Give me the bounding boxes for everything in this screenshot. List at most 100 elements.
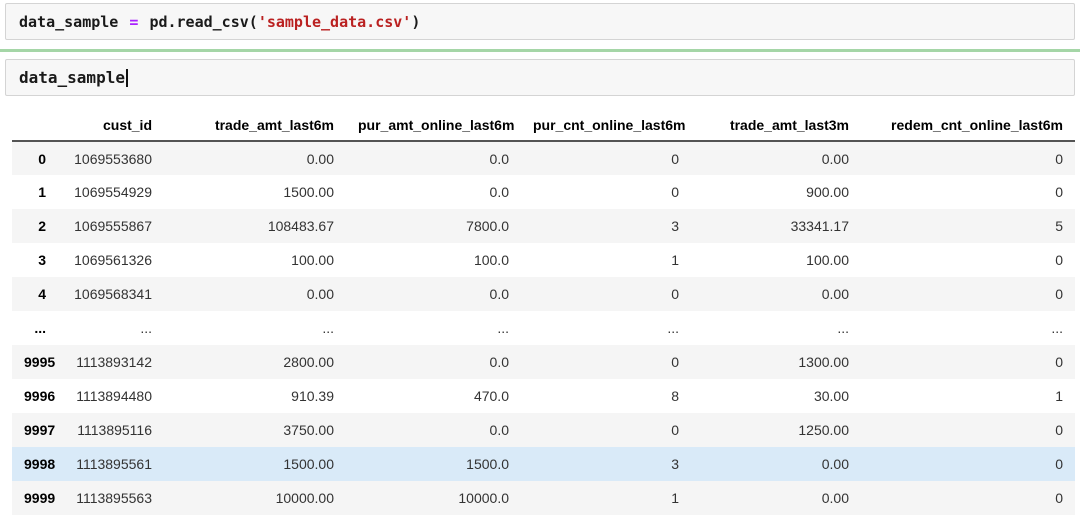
- table-cell: ...: [497, 320, 509, 336]
- row-index: 9998: [24, 456, 56, 472]
- table-cell: 100.00: [806, 252, 849, 268]
- dataframe-table: cust_id trade_amt_last6m pur_amt_online_la…: [12, 109, 1075, 515]
- table-cell: 0.0: [489, 422, 509, 438]
- table-row: 3 1069561326 100.00 100.0 1 100.00 0: [12, 243, 1075, 277]
- table-cell: 0: [1055, 456, 1063, 472]
- column-header: pur_cnt_online_last6m: [521, 109, 691, 142]
- table-cell: 0.00: [821, 150, 849, 167]
- table-row: .....................: [12, 311, 1075, 345]
- table-cell: 30.00: [813, 388, 849, 404]
- text-cursor: [125, 68, 128, 87]
- table-cell: 1069554929: [74, 184, 152, 200]
- table-cell: 910.39: [291, 388, 334, 404]
- table-cell: 0: [1055, 184, 1063, 200]
- table-cell: 1: [1055, 388, 1063, 404]
- table-cell: 1069555867: [74, 218, 152, 234]
- dataframe-output-area: cust_id trade_amt_last6m pur_amt_online_la…: [12, 109, 1080, 515]
- table-cell: 8: [671, 388, 679, 404]
- table-cell: 1: [671, 490, 679, 506]
- cell-divider-line: [0, 49, 1080, 52]
- table-cell: 470.0: [473, 388, 509, 404]
- table-cell: 0.00: [306, 150, 334, 167]
- table-cell: 0: [1055, 422, 1063, 438]
- notebook-page: data_sample = pd.read_csv('sample_data.c…: [0, 0, 1080, 531]
- table-cell: 1500.00: [283, 456, 334, 472]
- table-cell: 1113893142: [76, 354, 152, 370]
- table-cell: 0.0: [489, 354, 509, 370]
- code-cell-display-dataframe[interactable]: data_sample: [5, 59, 1075, 96]
- table-row: 9997 1113895116 3750.00 0.0 0 1250.00 0: [12, 413, 1075, 447]
- table-cell: 0: [1055, 150, 1063, 167]
- table-cell: 1069568341: [74, 286, 152, 302]
- column-header: cust_id: [58, 109, 164, 142]
- table-cell: 3: [671, 218, 679, 234]
- table-cell: 1113895116: [77, 422, 152, 438]
- code-cell-read-csv[interactable]: data_sample = pd.read_csv('sample_data.c…: [5, 3, 1075, 40]
- table-cell: 0.0: [489, 286, 509, 302]
- table-cell: 5: [1055, 218, 1063, 234]
- table-cell: 10000.00: [275, 490, 334, 506]
- table-cell: 0.0: [489, 184, 509, 200]
- table-cell: ...: [322, 320, 334, 336]
- code-expression: data_sample: [19, 68, 125, 87]
- code-assign-operator: =: [129, 12, 139, 31]
- column-header: trade_amt_last3m: [691, 109, 861, 142]
- table-cell: 0: [1055, 252, 1063, 268]
- table-cell: ...: [1051, 320, 1063, 336]
- table-cell: 1250.00: [798, 422, 849, 438]
- table-cell: 1113894480: [76, 388, 152, 404]
- dataframe-header: cust_id trade_amt_last6m pur_amt_online_la…: [12, 109, 1075, 142]
- header-row: cust_id trade_amt_last6m pur_amt_online_la…: [12, 109, 1075, 142]
- row-index: 4: [38, 286, 46, 302]
- table-cell: 2800.00: [283, 354, 334, 370]
- table-cell: 1069553680: [74, 150, 152, 167]
- table-cell: 1113895561: [76, 456, 152, 472]
- table-cell: 0: [671, 354, 679, 370]
- row-index: 9995: [24, 354, 56, 370]
- row-index: 9997: [24, 422, 56, 438]
- row-index: ...: [34, 320, 46, 336]
- code-variable: data_sample: [19, 12, 119, 31]
- table-cell: 100.0: [473, 252, 509, 268]
- row-index: 9999: [24, 490, 56, 506]
- index-column-header: [12, 109, 58, 142]
- dataframe-body: 0 1069553680 0.00 0.0 0 0.00 0 1 1069554929 1500.…: [12, 141, 1075, 515]
- table-cell: 1069561326: [74, 252, 152, 268]
- table-cell: 0.0: [489, 150, 509, 167]
- table-cell: 0: [1055, 286, 1063, 302]
- row-index: 3: [38, 252, 46, 268]
- table-cell: ...: [667, 320, 679, 336]
- table-cell: 3750.00: [283, 422, 334, 438]
- table-cell: 1500.00: [283, 184, 334, 200]
- table-cell: 0: [671, 286, 679, 302]
- table-cell: 0.00: [821, 456, 849, 472]
- table-cell: 1: [671, 252, 679, 268]
- row-index: 0: [38, 150, 46, 167]
- table-cell: 0.00: [306, 286, 334, 302]
- table-cell: ...: [837, 320, 849, 336]
- column-header: trade_amt_last6m: [164, 109, 346, 142]
- table-cell: 7800.0: [466, 218, 509, 234]
- table-cell: 0.00: [821, 490, 849, 506]
- table-cell: 900.00: [806, 184, 849, 200]
- table-row: 9996 1113894480 910.39 470.0 8 30.00 1: [12, 379, 1075, 413]
- table-row: 0 1069553680 0.00 0.0 0 0.00 0: [12, 141, 1075, 175]
- table-cell: 1500.0: [466, 456, 509, 472]
- code-close-paren: ): [411, 12, 421, 31]
- table-cell: 100.00: [291, 252, 334, 268]
- table-row: 9999 1113895563 10000.00 10000.0 1 0.00 0: [12, 481, 1075, 515]
- table-cell: 0: [1055, 490, 1063, 506]
- table-cell: 10000.0: [458, 490, 509, 506]
- table-row: 2 1069555867 108483.67 7800.0 3 33341.17 5: [12, 209, 1075, 243]
- row-index: 1: [38, 184, 46, 200]
- table-cell: 0: [671, 184, 679, 200]
- table-cell: 33341.17: [790, 218, 849, 234]
- table-row: 4 1069568341 0.00 0.0 0 0.00 0: [12, 277, 1075, 311]
- row-index: 9996: [24, 388, 56, 404]
- table-row: 9998 1113895561 1500.00 1500.0 3 0.00 0: [12, 447, 1075, 481]
- table-cell: 1300.00: [798, 354, 849, 370]
- table-cell: 0: [1055, 354, 1063, 370]
- column-header: pur_amt_online_last6m: [346, 109, 521, 142]
- table-cell: 108483.67: [267, 218, 334, 234]
